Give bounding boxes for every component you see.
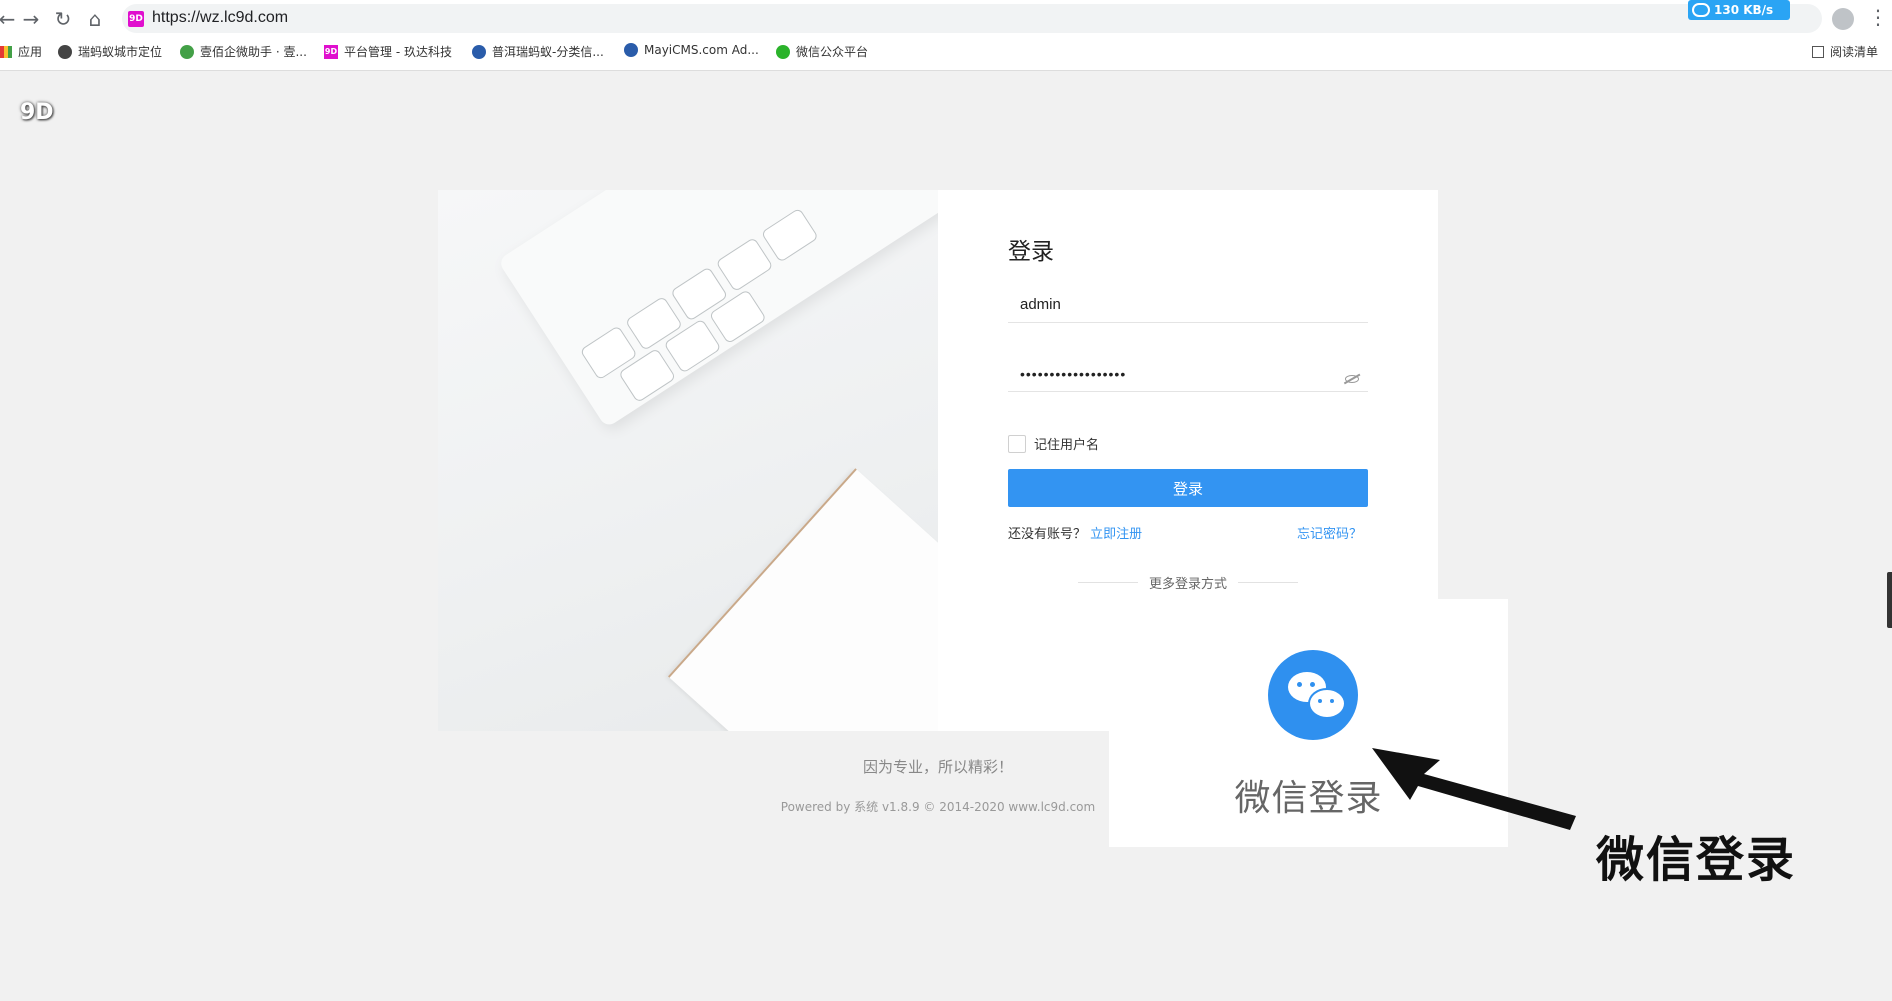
annotation-label: 微信登录 [1596, 832, 1797, 888]
register-row: 还没有账号？ 立即注册 [1008, 523, 1142, 542]
bookmark-label: 瑞蚂蚁城市定位 [78, 45, 163, 59]
bookmark-label: MayiCMS.com Ad... [644, 43, 759, 57]
wechat-icon[interactable] [1268, 650, 1358, 740]
login-title: 登录 [1008, 239, 1054, 265]
apps-grid-icon [0, 45, 12, 58]
site-9d-icon: 9D [324, 44, 338, 59]
forward-icon[interactable]: → [18, 6, 44, 32]
bubble-dot [1318, 699, 1322, 703]
bookmark-item[interactable]: MayiCMS.com Ad... [624, 43, 759, 57]
forgot-password-link[interactable]: 忘记密码？ [1297, 523, 1362, 542]
remember-label: 记住用户名 [1034, 438, 1100, 453]
reading-list-label: 阅读清单 [1830, 45, 1879, 59]
side-scroll-tab[interactable] [1887, 572, 1892, 628]
site-logo-icon [624, 43, 638, 57]
address-bar[interactable]: 9D https://wz.lc9d.com [122, 4, 1822, 33]
wechat-icon [776, 44, 790, 59]
bookmark-apps[interactable]: 应用 [0, 43, 42, 60]
home-icon[interactable]: ⌂ [82, 6, 108, 32]
bookmark-label: 平台管理 - 玖达科技 [344, 45, 452, 59]
site-logo: 9D [20, 100, 54, 125]
back-icon[interactable]: ← [0, 6, 20, 32]
no-account-text: 还没有账号？ [1008, 527, 1087, 542]
reload-icon[interactable]: ↻ [50, 6, 76, 32]
paper-illustration [667, 468, 938, 731]
register-link[interactable]: 立即注册 [1090, 527, 1142, 542]
more-login-methods: 更多登录方式 [1078, 573, 1298, 592]
bookmark-label: 普洱瑞蚂蚁-分类信... [492, 45, 604, 59]
remember-username[interactable]: 记住用户名 [1008, 434, 1099, 453]
bubble-dot [1330, 699, 1334, 703]
browser-menu-icon[interactable]: ⋮ [1868, 5, 1888, 29]
browser-chrome: ← → ↻ ⌂ 9D https://wz.lc9d.com 130 KB/s … [0, 0, 1892, 71]
bookmark-label: 应用 [18, 45, 43, 59]
key [715, 236, 774, 293]
bubble-dot [1310, 682, 1315, 687]
bookmark-item[interactable]: 微信公众平台 [776, 43, 868, 60]
keyboard-illustration [497, 190, 938, 429]
bookmark-item[interactable]: 瑞蚂蚁城市定位 [58, 43, 162, 60]
globe-icon [58, 44, 72, 59]
navigation-bar: ← → ↻ ⌂ 9D https://wz.lc9d.com 130 KB/s … [0, 0, 1892, 38]
hide-password-icon[interactable] [1345, 375, 1359, 383]
site-favicon-icon: 9D [128, 11, 144, 27]
key [760, 207, 819, 263]
bubble-dot [1297, 682, 1302, 687]
bookmark-label: 壹佰企微助手 · 壹... [200, 45, 307, 59]
chat-icon [180, 44, 194, 59]
url-text[interactable]: https://wz.lc9d.com [152, 9, 288, 27]
bookmark-item[interactable]: 普洱瑞蚂蚁-分类信... [472, 43, 604, 60]
remember-checkbox[interactable] [1008, 434, 1026, 453]
password-input[interactable] [1008, 356, 1368, 392]
bookmark-label: 微信公众平台 [796, 45, 869, 59]
network-speed-text: 130 KB/s [1714, 3, 1774, 17]
hero-image [438, 190, 938, 731]
bookmark-item[interactable]: 9D 平台管理 - 玖达科技 [324, 43, 452, 60]
network-speed-badge: 130 KB/s [1688, 0, 1790, 20]
bookmarks-bar: 应用 瑞蚂蚁城市定位 壹佰企微助手 · 壹... 9D 平台管理 - 玖达科技 … [0, 40, 1892, 64]
profile-avatar-icon[interactable] [1832, 8, 1854, 30]
cloud-icon [1692, 3, 1710, 17]
reading-list-icon [1812, 45, 1824, 58]
bookmark-item[interactable]: 壹佰企微助手 · 壹... [180, 43, 307, 60]
site-logo-icon [472, 44, 486, 59]
login-button[interactable]: 登录 [1008, 469, 1368, 507]
chat-bubble-small [1308, 688, 1346, 719]
reading-list-button[interactable]: 阅读清单 [1812, 43, 1878, 60]
username-input[interactable] [1008, 287, 1368, 323]
wechat-login-callout[interactable]: 微信登录 [1109, 599, 1508, 847]
wechat-login-label[interactable]: 微信登录 [1109, 769, 1508, 821]
